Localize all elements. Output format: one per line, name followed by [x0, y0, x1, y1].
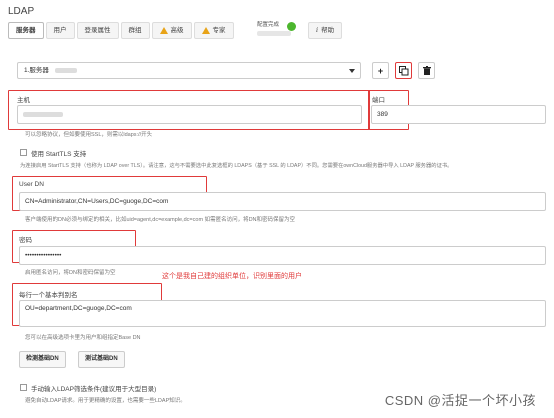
basedn-hint: 您可以在高级选项卡里为用户和组指定Base DN	[25, 335, 141, 341]
copy-icon	[398, 65, 408, 75]
trash-icon	[422, 66, 431, 75]
delete-server-button[interactable]	[418, 62, 435, 79]
blurred-host	[23, 111, 63, 117]
warning-icon	[159, 27, 168, 34]
test-base-dn-button[interactable]: 测试基础DN	[78, 351, 125, 368]
tab-expert[interactable]: 专家	[193, 22, 234, 39]
page-title: LDAP	[8, 6, 35, 17]
warning-icon	[201, 27, 210, 34]
status-ok-icon	[287, 22, 296, 31]
userdn-input[interactable]: CN=Administrator,CN=Users,DC=guoge,DC=co…	[19, 192, 546, 211]
password-hint: 启用匿名访问，将DN和密码保留为空	[25, 270, 116, 276]
tab-login-attributes[interactable]: 登录属性	[76, 22, 119, 39]
basedn-textarea[interactable]: OU=department,DC=guoge,DC=com	[19, 300, 546, 327]
userdn-label: User DN	[19, 181, 44, 188]
plus-icon: +	[377, 65, 384, 76]
chevron-down-icon	[349, 69, 355, 73]
tab-users[interactable]: 用户	[45, 22, 75, 39]
tab-help[interactable]: i 帮助	[308, 22, 343, 39]
host-input[interactable]	[17, 105, 362, 124]
manual-filter-label: 手动输入LDAP筛选条件(建议用于大型目录)	[31, 386, 157, 393]
password-label: 密码	[19, 237, 32, 244]
starttls-label: 使用 StartTLS 支持	[31, 151, 87, 158]
manual-filter-hint: 避免自动LDAP请求。用于更精确的设置，也需要一些LDAP知识。	[25, 398, 186, 404]
userdn-hint: 客户端使用的DN必须与绑定的相关，比如uid=agent,dc=example,…	[25, 217, 296, 223]
config-status: 配置完成	[257, 21, 305, 38]
starttls-checkbox[interactable]	[20, 149, 27, 156]
blurred-status-detail	[257, 31, 291, 37]
manual-filter-checkbox[interactable]	[20, 384, 27, 391]
port-input[interactable]: 389	[371, 105, 546, 124]
host-hint: 可以忽略协议，但如要使用SSL，则需以ldaps://开头	[25, 132, 153, 138]
tab-server[interactable]: 服务器	[8, 22, 44, 39]
basedn-label: 每行一个基本判别名	[19, 292, 78, 299]
add-server-button[interactable]: +	[372, 62, 389, 79]
detect-base-dn-button[interactable]: 检测基础DN	[19, 351, 66, 368]
host-label: 主机	[17, 97, 30, 104]
port-label: 端口	[372, 97, 385, 104]
copy-server-button[interactable]	[395, 62, 412, 79]
tab-bar: 服务器 用户 登录属性 群组 高级 专家	[8, 22, 234, 39]
tab-groups[interactable]: 群组	[120, 22, 150, 39]
tab-advanced[interactable]: 高级	[151, 22, 192, 39]
blurred-server-name	[54, 67, 77, 73]
starttls-hint: 为连接启用 StartTLS 支持（也称为 LDAP over TLS）。请注意…	[20, 163, 453, 169]
password-input[interactable]: ••••••••••••••••	[19, 246, 546, 265]
server-select[interactable]: 1.服务器	[17, 62, 361, 79]
csdn-watermark: CSDN @活捉一个坏小孩	[384, 393, 536, 408]
info-icon: i	[316, 26, 319, 34]
annotation-note: 这个是我自己建的组织单位，识别里面的用户	[162, 273, 302, 280]
